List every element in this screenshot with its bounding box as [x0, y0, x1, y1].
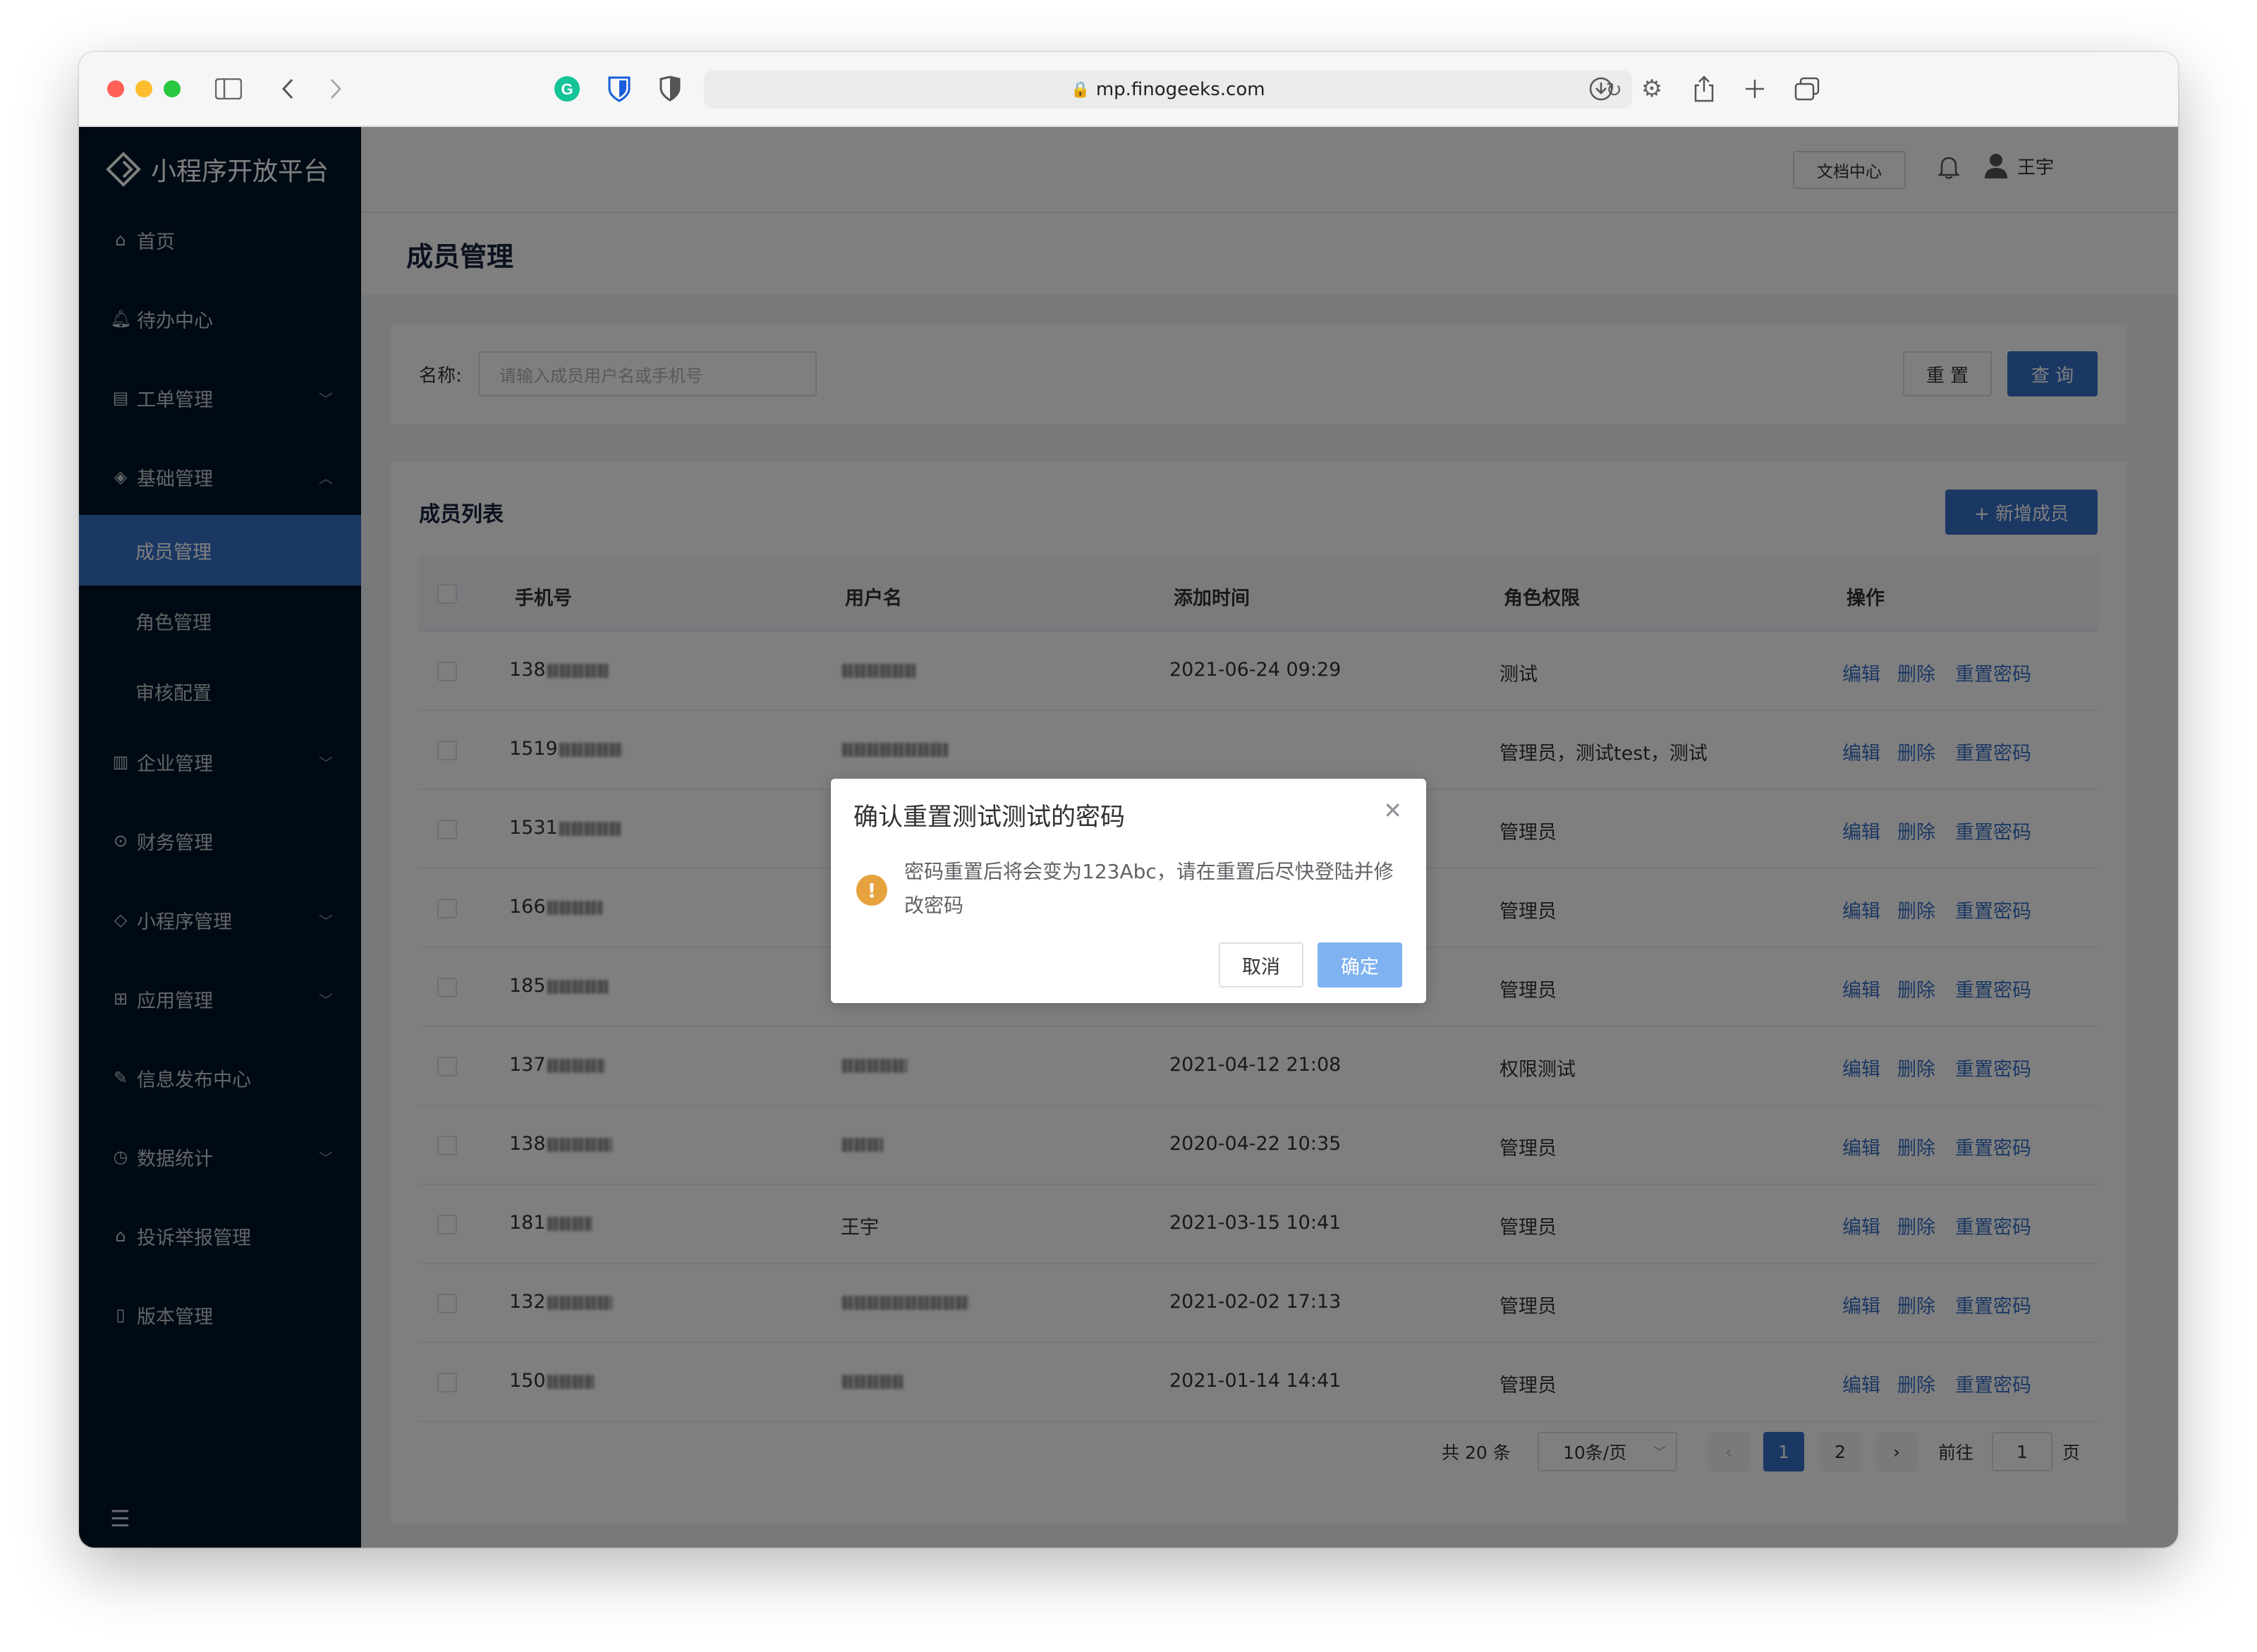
new-tab-icon[interactable] — [1739, 73, 1770, 104]
url-text: mp.finogeeks.com — [1095, 79, 1265, 100]
dialog-title: 确认重置测试测试的密码 — [853, 803, 1126, 832]
privacy-shield-icon[interactable] — [655, 73, 686, 104]
close-window-button[interactable] — [107, 80, 124, 97]
svg-text:G: G — [561, 80, 573, 98]
browser-toolbar: G 🔒 mp.finogeeks.com ↻ ⚙ — [79, 52, 2178, 127]
minimize-window-button[interactable] — [135, 80, 152, 97]
dialog-message: 密码重置后将会变为123Abc，请在重置后尽快登陆并修改密码 — [904, 860, 1394, 917]
close-icon[interactable]: ✕ — [1383, 797, 1402, 824]
page-content: 小程序开放平台 ⌂首页 🔔︎待办中心 ▤工单管理﹀ ◈基础管理︿ 成员管理 角色… — [79, 127, 2178, 1548]
browser-window: G 🔒 mp.finogeeks.com ↻ ⚙ 确认重置测试测试的密码 ✕ !… — [79, 52, 2178, 1548]
warning-icon: ! — [856, 875, 887, 906]
back-icon[interactable] — [272, 73, 303, 104]
share-icon[interactable] — [1689, 73, 1720, 104]
forward-icon[interactable] — [320, 73, 351, 104]
reset-password-dialog: 确认重置测试测试的密码 ✕ ! 密码重置后将会变为123Abc，请在重置后尽快登… — [831, 779, 1426, 1003]
tab-overview-icon[interactable] — [1791, 73, 1823, 104]
settings-gear-icon[interactable]: ⚙ — [1636, 73, 1667, 104]
bitwarden-shield-icon[interactable] — [604, 73, 635, 104]
cancel-button[interactable]: 取消 — [1219, 942, 1303, 988]
sidebar-toggle-icon[interactable] — [213, 73, 244, 104]
grammarly-icon[interactable]: G — [552, 73, 583, 104]
maximize-window-button[interactable] — [164, 80, 181, 97]
address-bar[interactable]: 🔒 mp.finogeeks.com ↻ — [704, 71, 1632, 109]
download-icon[interactable] — [1586, 73, 1617, 104]
confirm-button[interactable]: 确定 — [1318, 942, 1402, 988]
lock-icon: 🔒 — [1071, 80, 1090, 99]
